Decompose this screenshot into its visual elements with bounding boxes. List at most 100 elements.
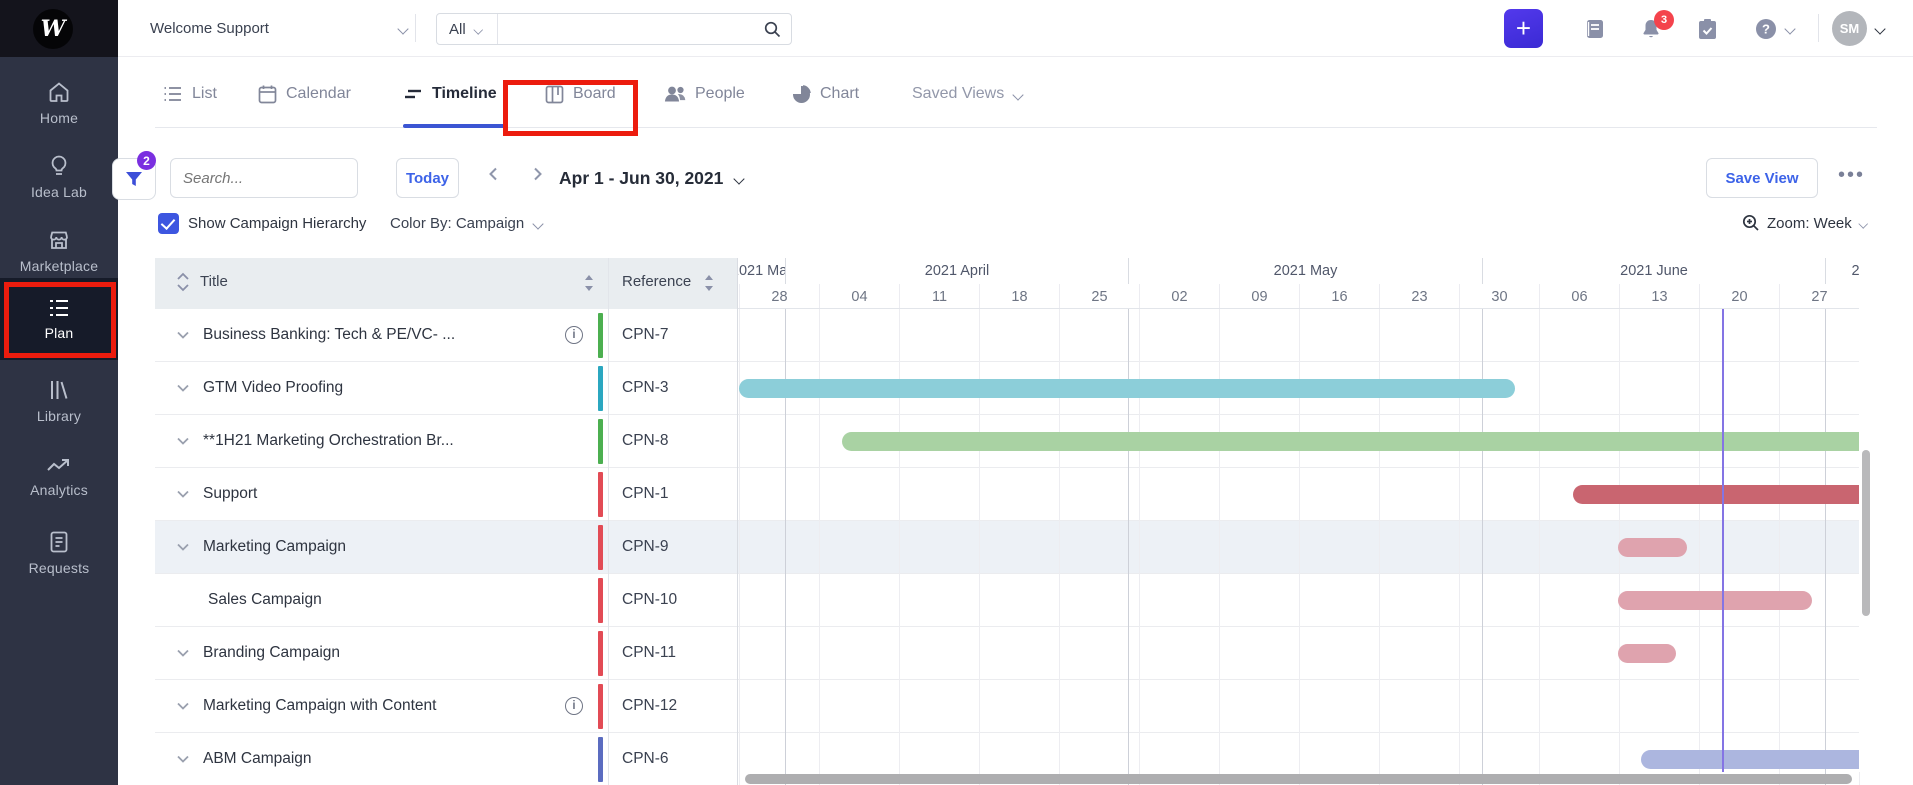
hierarchy-label: Show Campaign Hierarchy [188, 215, 367, 232]
date-range-selector[interactable]: Apr 1 - Jun 30, 2021 [559, 158, 746, 198]
help-icon[interactable]: ? [1754, 17, 1778, 41]
filter-button[interactable]: 2 [112, 151, 156, 200]
horizontal-scrollbar[interactable] [745, 774, 1852, 784]
table-header: Title Reference [155, 258, 737, 309]
tab-label: Timeline [432, 85, 497, 102]
search-icon [764, 21, 781, 38]
title-column-header[interactable]: Title [200, 273, 228, 290]
week-header-cell: 04 [819, 284, 899, 308]
campaign-color-stripe [598, 366, 603, 411]
gantt-bar[interactable] [1618, 591, 1812, 610]
top-bar: Welcome Support All + 3 ? SM [118, 0, 1913, 57]
people-icon [664, 85, 686, 103]
notes-icon[interactable] [1583, 17, 1607, 41]
table-row[interactable]: **1H21 Marketing Orchestration Br... CPN-… [155, 415, 1913, 468]
table-row[interactable]: GTM Video Proofing CPN-3 [155, 362, 1913, 415]
row-title: Branding Campaign [203, 644, 341, 661]
chevron-down-icon [534, 218, 545, 229]
more-options-button[interactable]: ••• [1838, 164, 1865, 187]
table-row[interactable]: Support CPN-1 [155, 468, 1913, 521]
gantt-bar[interactable] [842, 432, 1859, 451]
reference-column-header[interactable]: Reference [622, 273, 691, 290]
sidebar-item-requests[interactable]: Requests [0, 516, 118, 590]
week-header-cell: 13 [1619, 284, 1699, 308]
info-icon[interactable]: i [565, 326, 583, 344]
chevron-down-icon [1014, 89, 1025, 100]
info-icon[interactable]: i [565, 697, 583, 715]
week-header-cell: 02 [1139, 284, 1219, 308]
sort-title-icon[interactable] [583, 273, 595, 293]
tab-chart[interactable]: Chart [792, 72, 859, 116]
save-view-button[interactable]: Save View [1706, 158, 1818, 198]
table-row[interactable]: Marketing Campaign with Content i CPN-12 [155, 680, 1913, 733]
next-period-icon[interactable] [529, 166, 545, 182]
week-header-cell: 06 [1539, 284, 1619, 308]
chevron-down-icon[interactable] [1786, 23, 1797, 34]
expand-row-icon[interactable] [176, 489, 190, 499]
table-row[interactable]: Business Banking: Tech & PE/VC- ... i CPN-… [155, 309, 1913, 362]
prev-period-icon[interactable] [486, 166, 502, 182]
avatar[interactable]: SM [1832, 11, 1867, 46]
table-row[interactable]: Branding Campaign CPN-11 [155, 627, 1913, 680]
timeline-week-header: 28 04 11 18 25 02 09 16 23 30 06 13 20 27 [737, 284, 1913, 309]
table-row[interactable]: Sales Campaign CPN-10 [155, 574, 1913, 627]
sort-reference-icon[interactable] [703, 273, 715, 293]
row-title: ABM Campaign [203, 750, 312, 767]
unfold-rows-icon[interactable] [174, 271, 192, 293]
month-header-cell: 2021 April [785, 258, 1128, 284]
timeline-search-input[interactable] [171, 169, 396, 187]
expand-row-icon[interactable] [176, 754, 190, 764]
sidebar-item-library[interactable]: Library [0, 364, 118, 438]
global-search-input[interactable] [497, 14, 764, 44]
sidebar-item-idea-lab[interactable]: Idea Lab [0, 140, 118, 214]
tab-timeline[interactable]: Timeline [403, 72, 497, 116]
table-row[interactable]: Marketing Campaign CPN-9 [155, 521, 1913, 574]
expand-row-icon[interactable] [176, 542, 190, 552]
tab-people[interactable]: People [664, 72, 745, 116]
expand-row-icon[interactable] [176, 701, 190, 711]
sidebar-item-plan[interactable]: Plan [0, 278, 118, 360]
saved-views-menu[interactable]: Saved Views [912, 72, 1025, 116]
month-grid-line [1825, 309, 1826, 785]
row-title: Support [203, 485, 258, 502]
workspace-selector[interactable]: Welcome Support [150, 0, 410, 57]
search-scope-dropdown[interactable]: All [437, 14, 498, 44]
create-new-button[interactable]: + [1504, 9, 1543, 48]
gantt-bar[interactable] [1641, 750, 1859, 769]
gantt-bar[interactable] [1618, 644, 1676, 663]
today-button[interactable]: Today [396, 158, 459, 198]
row-reference: CPN-6 [622, 750, 669, 767]
campaign-color-stripe [598, 631, 603, 676]
welcome-logo[interactable]: W [33, 9, 73, 49]
tab-label: Calendar [286, 85, 351, 102]
row-reference: CPN-1 [622, 485, 669, 502]
campaign-color-stripe [598, 578, 603, 623]
hierarchy-checkbox[interactable] [158, 213, 179, 234]
zoom-level-dropdown[interactable]: Zoom: Week [1742, 214, 1870, 232]
chevron-down-icon[interactable] [1876, 23, 1887, 34]
row-title: Marketing Campaign with Content [203, 697, 437, 714]
expand-row-icon[interactable] [176, 436, 190, 446]
gantt-bar[interactable] [1618, 538, 1687, 557]
tasks-clipboard-icon[interactable] [1696, 17, 1719, 41]
week-header-cell: 25 [1059, 284, 1139, 308]
today-marker-line [1722, 309, 1724, 772]
week-header-cell: 27 [1779, 284, 1859, 308]
expand-row-icon[interactable] [176, 330, 190, 340]
vertical-scrollbar[interactable] [1862, 450, 1870, 616]
sidebar-item-home[interactable]: Home [0, 66, 118, 140]
tab-calendar[interactable]: Calendar [258, 72, 351, 116]
tab-list[interactable]: List [163, 72, 217, 116]
tab-label: Board [573, 85, 616, 102]
gantt-bar[interactable] [739, 379, 1515, 398]
expand-row-icon[interactable] [176, 648, 190, 658]
gantt-bar[interactable] [1573, 485, 1859, 504]
tab-board[interactable]: Board [545, 72, 616, 116]
sidebar-item-analytics[interactable]: Analytics [0, 440, 118, 514]
divider [1818, 14, 1819, 42]
expand-row-icon[interactable] [176, 383, 190, 393]
sidebar-item-marketplace[interactable]: Marketplace [0, 214, 118, 288]
campaign-color-stripe [598, 419, 603, 464]
color-by-dropdown[interactable]: Color By: Campaign [390, 215, 545, 232]
filter-count-badge: 2 [137, 151, 156, 170]
